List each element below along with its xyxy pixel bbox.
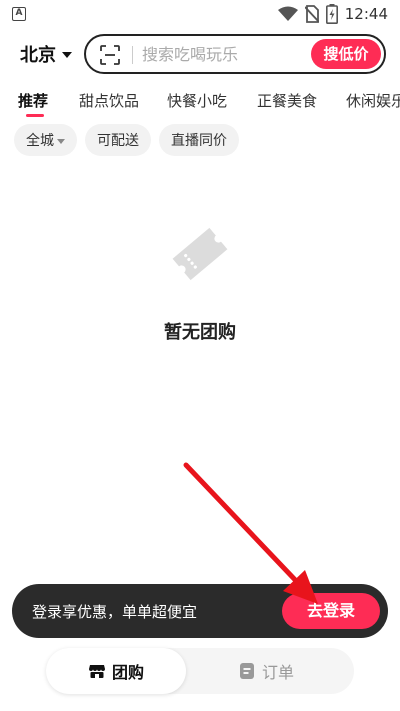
city-selector[interactable]: 北京	[20, 41, 72, 67]
category-tab-snacks[interactable]: 快餐小吃	[167, 90, 227, 111]
category-tab-recommend[interactable]: 推荐	[18, 90, 48, 111]
search-button[interactable]: 搜低价	[311, 39, 381, 69]
filter-chip-citywide[interactable]: 全城	[14, 124, 77, 156]
filter-chip-label: 全城	[26, 133, 54, 149]
ticket-icon	[172, 227, 228, 281]
filter-chip-delivery[interactable]: 可配送	[85, 124, 151, 156]
header: 北京 搜低价	[0, 33, 400, 75]
tab-group-buy[interactable]: 团购	[46, 648, 186, 694]
tab-orders[interactable]: 订单	[238, 648, 294, 694]
login-button[interactable]: 去登录	[282, 593, 380, 629]
category-tab-meals[interactable]: 正餐美食	[257, 90, 317, 111]
filter-chip-label: 直播同价	[171, 133, 227, 149]
battery-charging-icon	[325, 4, 338, 24]
category-tabs: 推荐 甜点饮品 快餐小吃 正餐美食 休闲娱乐	[0, 88, 400, 118]
category-tab-leisure[interactable]: 休闲娱乐	[346, 90, 400, 111]
scan-icon[interactable]	[100, 45, 120, 65]
bottom-tab-bar: 团购 订单	[46, 648, 354, 694]
login-banner: 登录享优惠，单单超便宜 去登录	[12, 584, 388, 638]
tab-label: 订单	[262, 663, 295, 682]
login-banner-text: 登录享优惠，单单超便宜	[32, 603, 198, 621]
app-notification-icon: A	[12, 7, 26, 21]
city-label: 北京	[20, 45, 56, 66]
search-bar[interactable]: 搜低价	[84, 34, 386, 74]
empty-state-text: 暂无团购	[164, 322, 236, 343]
status-icons: 12:44	[277, 4, 388, 24]
search-divider	[132, 46, 133, 64]
caret-down-icon	[57, 138, 65, 144]
store-icon	[88, 665, 105, 678]
search-input[interactable]	[142, 43, 302, 65]
order-icon	[240, 663, 254, 679]
no-sim-icon	[304, 5, 319, 23]
active-tab-indicator	[26, 114, 44, 117]
category-tab-desserts[interactable]: 甜点饮品	[79, 90, 139, 111]
filter-chips: 全城 可配送 直播同价	[14, 124, 239, 156]
status-bar: A 12:44	[0, 0, 400, 28]
caret-down-icon	[62, 52, 72, 58]
filter-chip-label: 可配送	[97, 133, 139, 149]
status-time: 12:44	[344, 5, 388, 23]
filter-chip-live-price[interactable]: 直播同价	[159, 124, 239, 156]
wifi-icon	[277, 6, 298, 21]
tab-label: 团购	[111, 663, 144, 682]
